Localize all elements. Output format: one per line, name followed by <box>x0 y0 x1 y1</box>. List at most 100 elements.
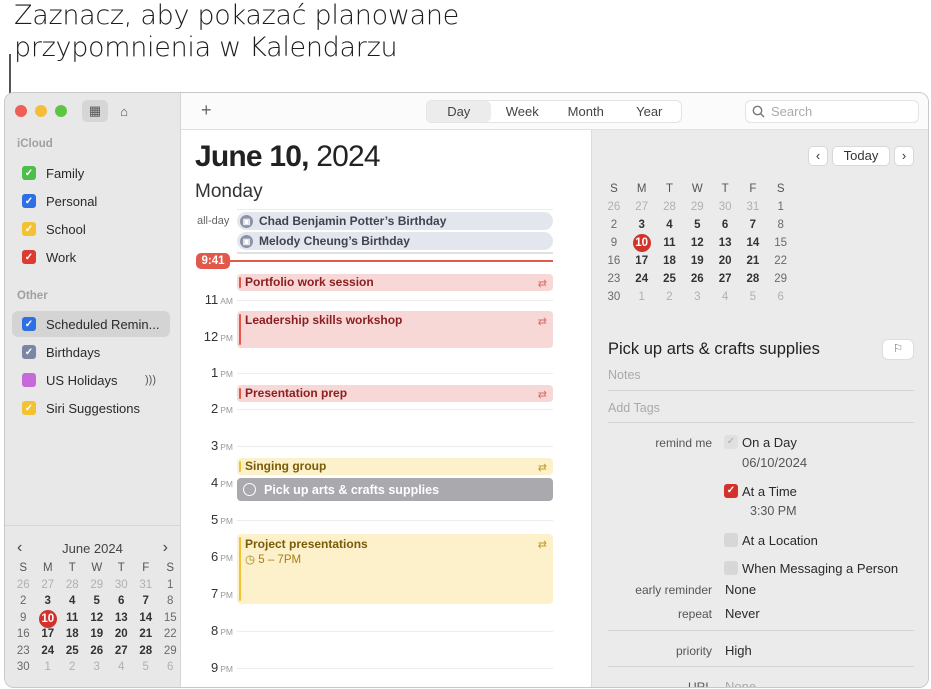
calendar-day[interactable]: 1 <box>158 577 183 594</box>
calendar-day[interactable]: 25 <box>60 643 85 660</box>
calendar-day[interactable]: 6 <box>767 288 795 306</box>
calendar-day[interactable]: 6 <box>109 593 134 610</box>
calendar-day[interactable]: 29 <box>85 577 110 594</box>
reminder-pick-up-supplies[interactable]: Pick up arts & crafts supplies <box>237 478 553 501</box>
calendar-day[interactable]: 15 <box>767 234 795 252</box>
calendar-day[interactable]: 26 <box>600 198 628 216</box>
calendar-day[interactable]: 13 <box>711 234 739 252</box>
sidebar-calendar-item[interactable]: ✓ Family <box>12 160 170 186</box>
early-reminder-value[interactable]: None <box>725 582 756 597</box>
calendar-day[interactable]: 17 <box>36 626 61 643</box>
sidebar-calendar-item[interactable]: ✓ Work <box>12 244 170 270</box>
calendar-day[interactable]: 31 <box>739 198 767 216</box>
calendar-day[interactable]: 29 <box>767 270 795 288</box>
tab-month[interactable]: Month <box>554 101 618 122</box>
calendar-day[interactable]: 30 <box>711 198 739 216</box>
sidebar-calendar-item[interactable]: ✓ Siri Suggestions <box>12 395 170 421</box>
calendar-day[interactable]: 30 <box>109 577 134 594</box>
calendar-day[interactable]: 21 <box>739 252 767 270</box>
event-project-presentations[interactable]: Project presentations ◷ 5 – 7PM ⇄ <box>237 534 553 604</box>
minimize-button[interactable] <box>35 105 47 117</box>
repeat-value[interactable]: Never <box>725 606 760 621</box>
calendar-day[interactable]: 11 <box>656 234 684 252</box>
calendar-day[interactable]: 22 <box>158 626 183 643</box>
calendar-day[interactable]: 13 <box>109 610 134 627</box>
calendar-day[interactable]: 8 <box>158 593 183 610</box>
calendar-day[interactable]: 29 <box>683 198 711 216</box>
calendar-day[interactable]: 5 <box>683 216 711 234</box>
calendar-day[interactable]: 30 <box>600 288 628 306</box>
calendar-checkbox[interactable] <box>22 373 36 387</box>
calendar-day[interactable]: 4 <box>60 593 85 610</box>
calendar-day[interactable]: 18 <box>656 252 684 270</box>
zoom-button[interactable] <box>55 105 67 117</box>
calendar-day[interactable]: 9 <box>600 234 628 252</box>
calendar-day[interactable]: 5 <box>85 593 110 610</box>
calendar-day[interactable]: 8 <box>767 216 795 234</box>
calendar-day[interactable]: 2 <box>600 216 628 234</box>
calendar-day[interactable]: 14 <box>134 610 159 627</box>
flag-button[interactable]: ⚐ <box>882 339 914 360</box>
url-value[interactable]: None <box>725 679 756 687</box>
calendar-day[interactable]: 9 <box>11 610 36 627</box>
next-day-button[interactable]: › <box>894 146 914 166</box>
inbox-icon[interactable]: ⌂ <box>111 100 137 122</box>
notes-field[interactable]: Notes <box>608 368 641 382</box>
calendar-day[interactable]: 28 <box>60 577 85 594</box>
calendar-day[interactable]: 16 <box>600 252 628 270</box>
calendar-day[interactable]: 27 <box>109 643 134 660</box>
calendar-day[interactable]: 2 <box>11 593 36 610</box>
calendar-day[interactable]: 21 <box>134 626 159 643</box>
calendar-day[interactable]: 17 <box>628 252 656 270</box>
calendar-day[interactable]: 3 <box>85 659 110 676</box>
prev-day-button[interactable]: ‹ <box>808 146 828 166</box>
calendar-day[interactable]: 24 <box>628 270 656 288</box>
reminder-title[interactable]: Pick up arts & crafts supplies <box>608 340 820 359</box>
calendar-checkbox[interactable]: ✓ <box>22 345 36 359</box>
calendar-day[interactable]: 12 <box>85 610 110 627</box>
calendar-checkbox[interactable]: ✓ <box>22 317 36 331</box>
calendar-day[interactable]: 16 <box>11 626 36 643</box>
prev-month-button[interactable]: ‹ <box>17 539 22 557</box>
calendar-day[interactable]: 3 <box>683 288 711 306</box>
calendar-checkbox[interactable]: ✓ <box>22 222 36 236</box>
event-singing-group[interactable]: Singing group ⇄ <box>237 458 553 475</box>
calendar-day[interactable]: 24 <box>36 643 61 660</box>
tab-year[interactable]: Year <box>618 101 682 122</box>
calendar-day[interactable]: 22 <box>767 252 795 270</box>
calendar-day[interactable]: 20 <box>711 252 739 270</box>
calendar-list-icon[interactable]: ▦ <box>82 100 108 122</box>
calendar-day[interactable]: 7 <box>739 216 767 234</box>
calendar-day[interactable]: 31 <box>134 577 159 594</box>
event-portfolio-work-session[interactable]: Portfolio work session ⇄ <box>237 274 553 291</box>
calendar-day[interactable]: 6 <box>158 659 183 676</box>
calendar-day[interactable]: 3 <box>36 593 61 610</box>
calendar-day[interactable]: 12 <box>683 234 711 252</box>
next-month-button[interactable]: › <box>163 539 168 557</box>
sidebar-calendar-item[interactable]: ✓ Birthdays <box>12 339 170 365</box>
time-value[interactable]: 3:30 PM <box>750 504 797 518</box>
event-leadership-skills-workshop[interactable]: Leadership skills workshop ⇄ <box>237 311 553 348</box>
tab-week[interactable]: Week <box>491 101 555 122</box>
calendar-day[interactable]: 27 <box>711 270 739 288</box>
calendar-day[interactable]: 4 <box>711 288 739 306</box>
calendar-day[interactable]: 1 <box>767 198 795 216</box>
calendar-day[interactable]: 26 <box>85 643 110 660</box>
calendar-day[interactable]: 18 <box>60 626 85 643</box>
calendar-day[interactable]: 27 <box>628 198 656 216</box>
at-location-checkbox[interactable] <box>724 533 738 547</box>
calendar-day[interactable]: 15 <box>158 610 183 627</box>
close-button[interactable] <box>15 105 27 117</box>
calendar-day[interactable]: 6 <box>711 216 739 234</box>
priority-value[interactable]: High <box>725 643 752 658</box>
calendar-day[interactable]: 26 <box>683 270 711 288</box>
all-day-event[interactable]: ▣ Melody Cheung’s Birthday <box>237 232 553 250</box>
calendar-day[interactable]: 3 <box>628 216 656 234</box>
calendar-day[interactable]: 4 <box>656 216 684 234</box>
sidebar-calendar-item[interactable]: ✓ School <box>12 216 170 242</box>
calendar-day[interactable]: 5 <box>134 659 159 676</box>
calendar-day[interactable]: 14 <box>739 234 767 252</box>
sidebar-calendar-item[interactable]: ✓ Scheduled Remin... <box>12 311 170 337</box>
calendar-day[interactable]: 2 <box>60 659 85 676</box>
calendar-day[interactable]: 19 <box>85 626 110 643</box>
